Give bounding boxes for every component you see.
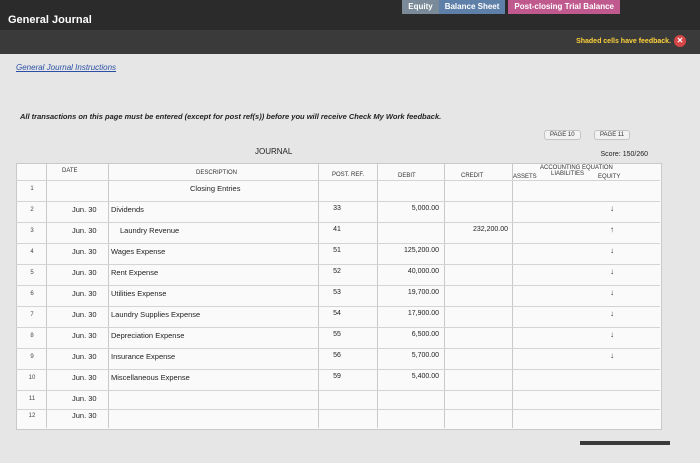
post-ref-cell[interactable]: 54 [324, 310, 350, 317]
debit-cell[interactable]: 17,900.00 [383, 310, 439, 317]
equity-indicator: ↑ [610, 225, 614, 234]
post-ref-cell[interactable]: 51 [324, 247, 350, 254]
equity-indicator: ↓ [610, 267, 614, 276]
header-credit: CREDIT [461, 173, 484, 179]
row-number: 10 [28, 375, 36, 381]
date-cell[interactable]: Jun. 30 [72, 352, 97, 361]
date-cell[interactable]: Jun. 30 [72, 394, 97, 403]
table-row: 12 Jun. 30 [16, 407, 660, 427]
tab-strip: Equity Balance Sheet Post-closing Trial … [402, 0, 620, 14]
header-debit: DEBIT [398, 173, 416, 179]
post-ref-cell[interactable]: 56 [324, 352, 350, 359]
row-number: 1 [30, 186, 34, 192]
feedback-label: Shaded cells have feedback. [576, 37, 671, 45]
tab-equity[interactable]: Equity [402, 0, 439, 14]
date-cell[interactable]: Jun. 30 [72, 310, 97, 319]
equity-indicator: ↓ [610, 351, 614, 360]
equity-indicator: ↓ [610, 309, 614, 318]
header-post-ref: POST. REF. [332, 172, 365, 178]
debit-cell[interactable]: 125,200.00 [383, 247, 439, 254]
post-ref-cell[interactable]: 53 [324, 289, 350, 296]
credit-cell[interactable]: 232,200.00 [452, 226, 508, 233]
description-cell[interactable]: Laundry Revenue [120, 226, 179, 235]
close-icon[interactable]: ✕ [674, 35, 686, 47]
post-ref-cell[interactable]: 59 [324, 373, 350, 380]
debit-cell[interactable]: 6,500.00 [383, 331, 439, 338]
post-ref-cell[interactable]: 33 [324, 205, 350, 212]
row-number: 5 [30, 270, 34, 276]
table-row: 1 Closing Entries [16, 180, 660, 200]
description-cell[interactable]: Utilities Expense [111, 289, 166, 298]
instructions-text: All transactions on this page must be en… [20, 112, 442, 121]
row-number: 8 [30, 333, 34, 339]
table-row: 5 Jun. 30 Rent Expense 52 40,000.00 ↓ [16, 264, 660, 284]
date-cell[interactable]: Jun. 30 [72, 289, 97, 298]
date-cell[interactable]: Jun. 30 [72, 268, 97, 277]
debit-cell[interactable]: 19,700.00 [383, 289, 439, 296]
table-row: 10 Jun. 30 Miscellaneous Expense 59 5,40… [16, 369, 660, 389]
description-cell[interactable]: Depreciation Expense [111, 331, 184, 340]
tab-post-closing-trial-balance[interactable]: Post-closing Trial Balance [508, 0, 620, 14]
description-cell[interactable]: Wages Expense [111, 247, 165, 256]
table-row: 8 Jun. 30 Depreciation Expense 55 6,500.… [16, 327, 660, 347]
description-cell[interactable]: Miscellaneous Expense [111, 373, 190, 382]
date-cell[interactable]: Jun. 30 [72, 331, 97, 340]
table-row: 6 Jun. 30 Utilities Expense 53 19,700.00… [16, 285, 660, 305]
instructions-link[interactable]: General Journal Instructions [16, 63, 116, 72]
journal-title: JOURNAL [255, 147, 293, 156]
debit-cell[interactable]: 5,000.00 [383, 205, 439, 212]
table-row: 3 Jun. 30 Laundry Revenue 41 232,200.00 … [16, 222, 660, 242]
description-cell[interactable]: Closing Entries [190, 184, 240, 193]
post-ref-cell[interactable]: 41 [324, 226, 350, 233]
date-cell[interactable]: Jun. 30 [72, 247, 97, 256]
table-row: 4 Jun. 30 Wages Expense 51 125,200.00 ↓ [16, 243, 660, 263]
row-number: 12 [28, 413, 36, 419]
equity-indicator: ↓ [610, 204, 614, 213]
row-number: 2 [30, 207, 34, 213]
score: Score: 150/260 [600, 151, 648, 158]
description-cell[interactable]: Rent Expense [111, 268, 158, 277]
post-ref-cell[interactable]: 52 [324, 268, 350, 275]
header-liabilities: LIABILITIES [551, 171, 585, 177]
date-cell[interactable]: Jun. 30 [72, 205, 97, 214]
description-cell[interactable]: Insurance Expense [111, 352, 175, 361]
equity-indicator: ↓ [610, 288, 614, 297]
description-cell[interactable]: Laundry Supplies Expense [111, 310, 200, 319]
description-cell[interactable]: Dividends [111, 205, 144, 214]
table-row: 7 Jun. 30 Laundry Supplies Expense 54 17… [16, 306, 660, 326]
row-number: 11 [28, 396, 36, 402]
debit-cell[interactable]: 5,700.00 [383, 352, 439, 359]
page-title: General Journal [8, 14, 92, 26]
tab-balance-sheet[interactable]: Balance Sheet [438, 0, 506, 14]
feedback-note: Shaded cells have feedback. ✕ [576, 35, 686, 47]
row-number: 9 [30, 354, 34, 360]
page-10-tab[interactable]: PAGE 10 [544, 130, 581, 140]
post-ref-cell[interactable]: 55 [324, 331, 350, 338]
row-number: 3 [30, 228, 34, 234]
scrollbar[interactable] [580, 441, 670, 445]
date-cell[interactable]: Jun. 30 [72, 226, 97, 235]
equity-indicator: ↓ [610, 246, 614, 255]
header-date: DATE [62, 168, 78, 174]
row-number: 7 [30, 312, 34, 318]
row-number: 6 [30, 291, 34, 297]
table-row: 2 Jun. 30 Dividends 33 5,000.00 ↓ [16, 201, 660, 221]
debit-cell[interactable]: 5,400.00 [383, 373, 439, 380]
table-row: 9 Jun. 30 Insurance Expense 56 5,700.00 … [16, 348, 660, 368]
equity-indicator: ↓ [610, 330, 614, 339]
header-description: DESCRIPTION [196, 170, 238, 176]
top-bar: Equity Balance Sheet Post-closing Trial … [0, 0, 700, 30]
date-cell[interactable]: Jun. 30 [72, 411, 97, 420]
page-11-tab[interactable]: PAGE 11 [594, 130, 631, 140]
debit-cell[interactable]: 40,000.00 [383, 268, 439, 275]
row-number: 4 [30, 249, 34, 255]
date-cell[interactable]: Jun. 30 [72, 373, 97, 382]
